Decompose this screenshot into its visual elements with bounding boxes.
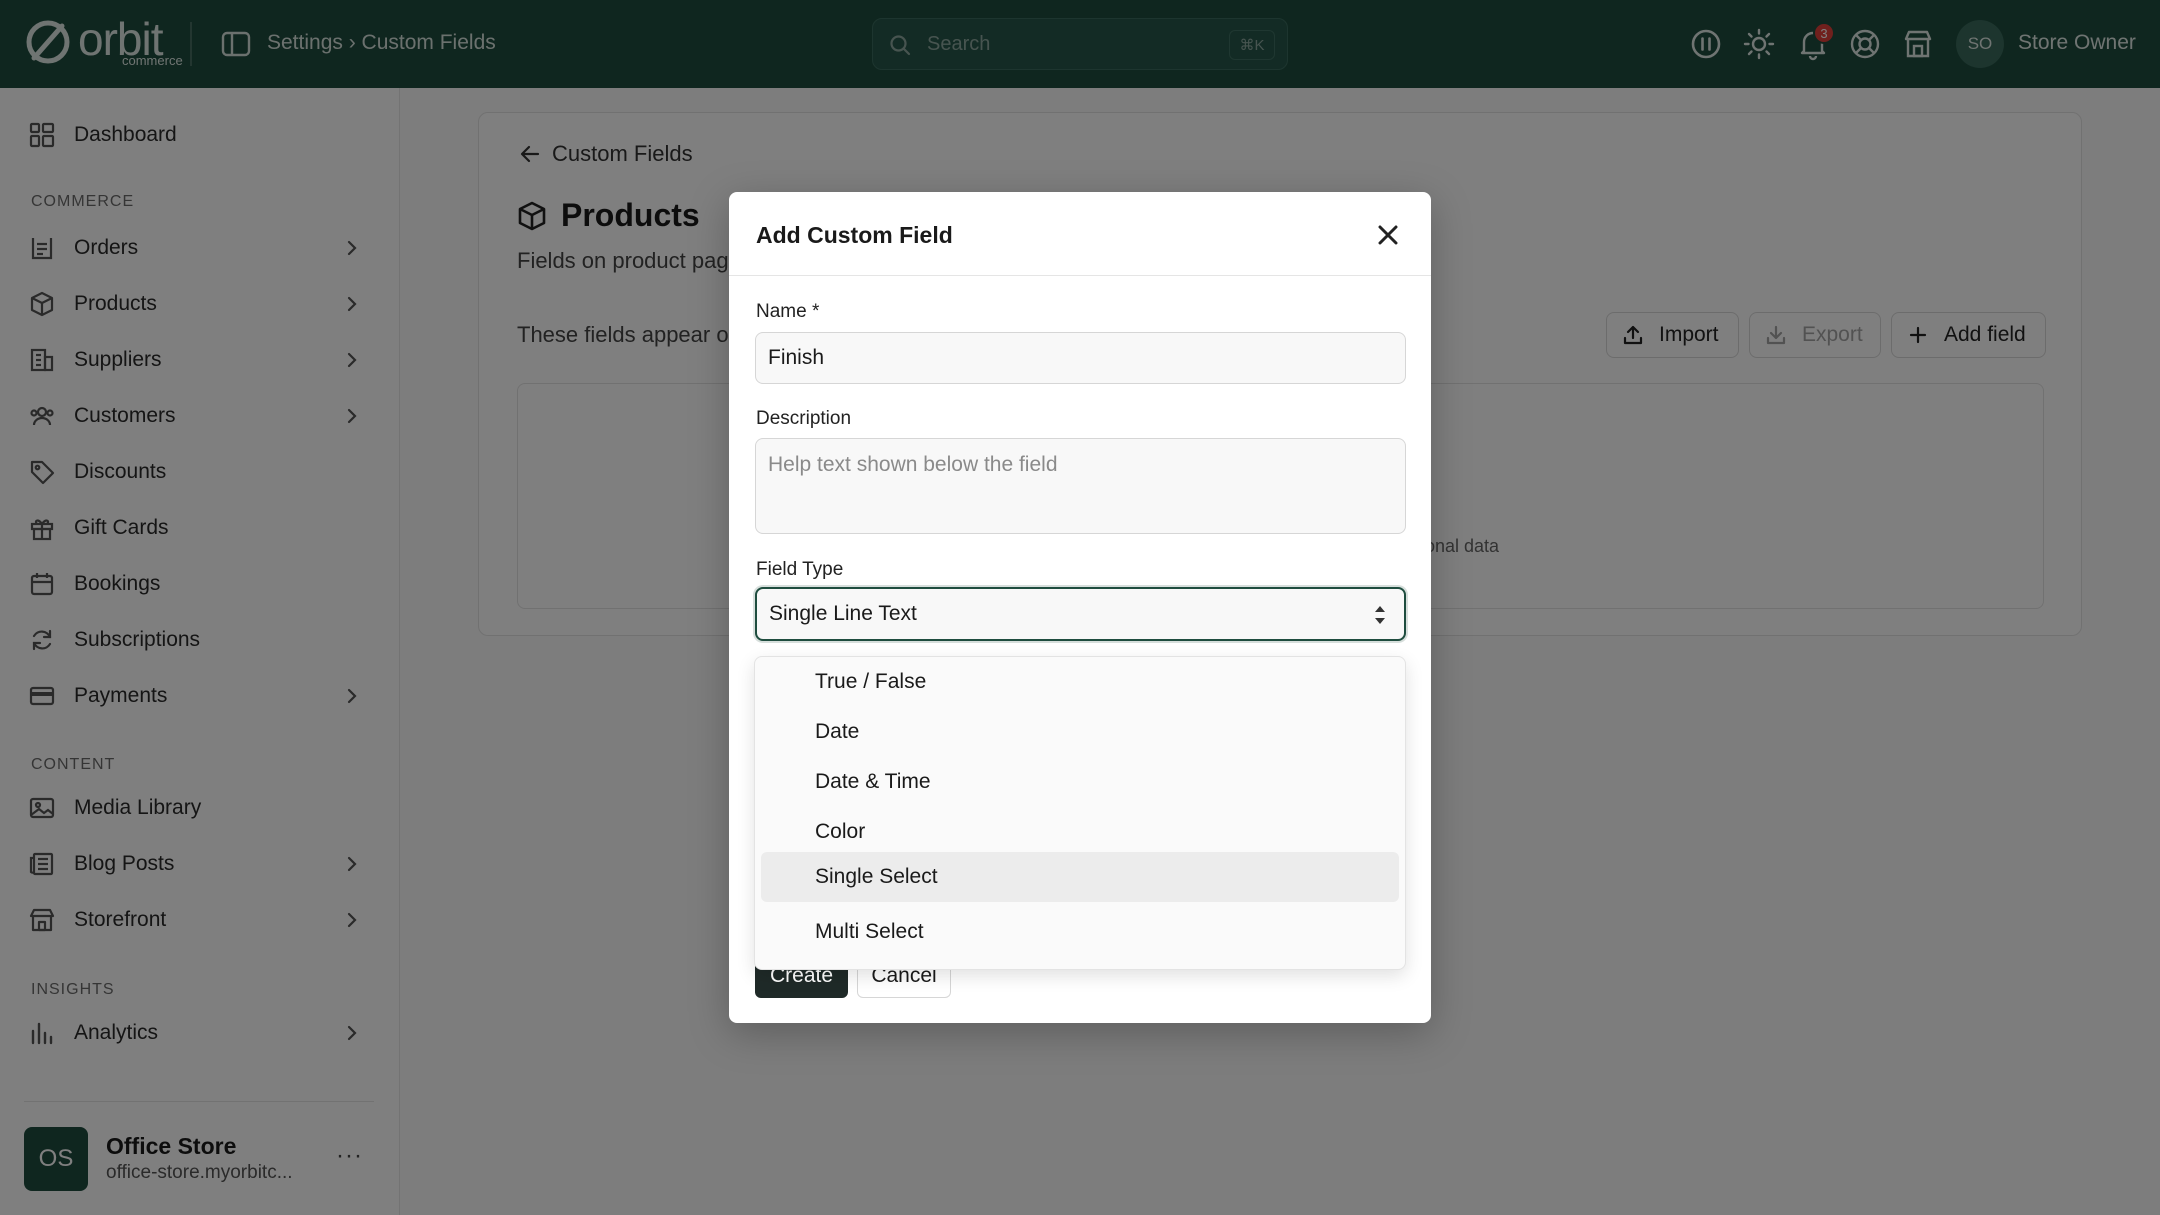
description-field[interactable]: Help text shown below the field [755,438,1406,534]
dropdown-option-multi-select[interactable]: Multi Select [761,908,1399,956]
dropdown-option-true-false[interactable]: True / False [761,658,1399,706]
dropdown-option-date-time[interactable]: Date & Time [761,758,1399,806]
field-type-value: Single Line Text [769,602,917,625]
dropdown-option-color[interactable]: Color [761,808,1399,856]
select-arrows-icon [1375,606,1385,624]
close-icon[interactable] [1373,220,1403,250]
name-label: Name * [756,301,820,322]
dropdown-option-date[interactable]: Date [761,708,1399,756]
name-field[interactable]: Finish [755,332,1406,384]
dialog-title: Add Custom Field [756,222,953,248]
field-type-dropdown: True / False Date Date & Time Color Sing… [754,656,1406,970]
description-label: Description [756,408,852,429]
dialog-header: Add Custom Field [729,192,1431,276]
field-type-select[interactable]: Single Line Text [755,587,1406,641]
field-type-label: Field Type [756,559,844,580]
dropdown-option-single-select[interactable]: Single Select [761,852,1399,902]
